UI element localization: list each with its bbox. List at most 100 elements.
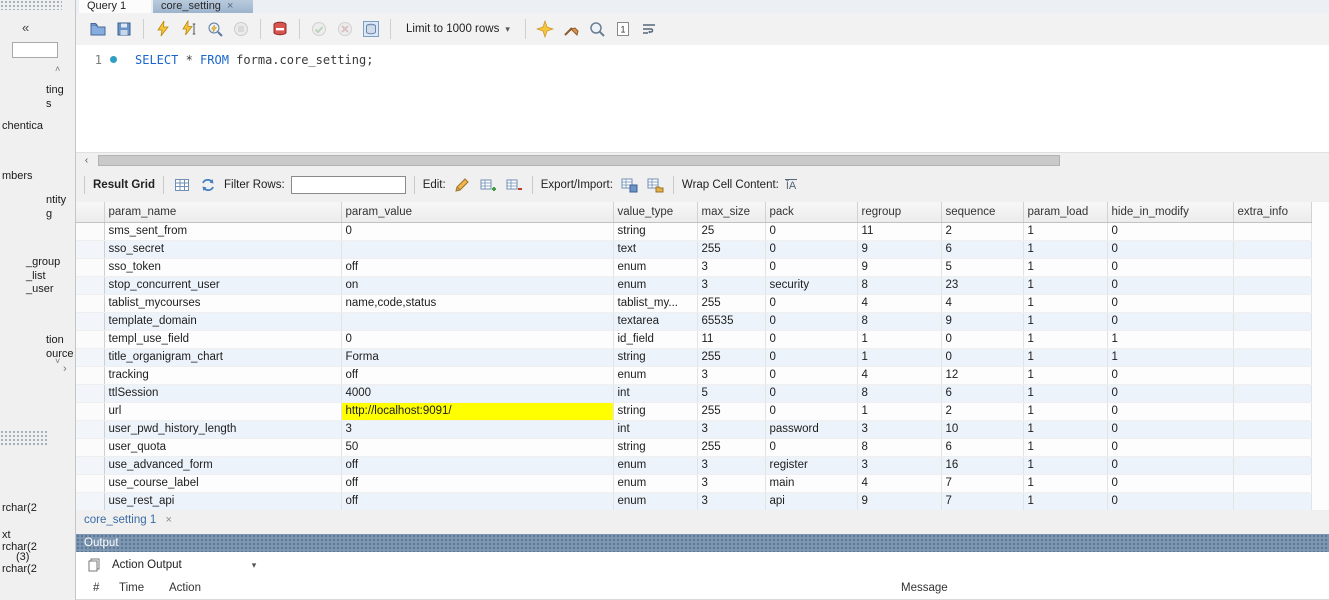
- cell-extra_info[interactable]: [1233, 330, 1311, 348]
- cell-hide_in_modify[interactable]: 0: [1107, 240, 1233, 258]
- cell-param_load[interactable]: 1: [1023, 492, 1107, 510]
- cell-regroup[interactable]: 8: [857, 438, 941, 456]
- cell-param_name[interactable]: use_rest_api: [104, 492, 341, 510]
- cell-regroup[interactable]: 9: [857, 492, 941, 510]
- cell-param_load[interactable]: 1: [1023, 420, 1107, 438]
- cell-regroup[interactable]: 8: [857, 384, 941, 402]
- sidebar-search-box[interactable]: [12, 42, 58, 58]
- cell-max_size[interactable]: 255: [697, 438, 765, 456]
- cell-param_name[interactable]: tracking: [104, 366, 341, 384]
- cell-extra_info[interactable]: [1233, 384, 1311, 402]
- cell-regroup[interactable]: 8: [857, 276, 941, 294]
- cell-param_value[interactable]: 0: [341, 222, 613, 240]
- cell-param_name[interactable]: use_course_label: [104, 474, 341, 492]
- cell-max_size[interactable]: 255: [697, 294, 765, 312]
- row-selector[interactable]: [76, 348, 104, 366]
- cell-sequence[interactable]: 12: [941, 366, 1023, 384]
- save-script-icon[interactable]: [114, 19, 134, 39]
- cell-regroup[interactable]: 8: [857, 312, 941, 330]
- cell-max_size[interactable]: 3: [697, 258, 765, 276]
- row-selector[interactable]: [76, 492, 104, 510]
- column-header-param_value[interactable]: param_value: [341, 202, 613, 222]
- cell-pack[interactable]: 0: [765, 240, 857, 258]
- cell-value_type[interactable]: enum: [613, 492, 697, 510]
- cell-value_type[interactable]: string: [613, 402, 697, 420]
- cell-hide_in_modify[interactable]: 0: [1107, 276, 1233, 294]
- cell-value_type[interactable]: text: [613, 240, 697, 258]
- column-header-param_name[interactable]: param_name: [104, 202, 341, 222]
- cell-value_type[interactable]: enum: [613, 258, 697, 276]
- row-selector[interactable]: [76, 222, 104, 240]
- grid-view-icon[interactable]: [172, 175, 192, 195]
- refresh-icon[interactable]: [198, 175, 218, 195]
- cell-param_value[interactable]: 3: [341, 420, 613, 438]
- row-selector[interactable]: [76, 384, 104, 402]
- cell-sequence[interactable]: 23: [941, 276, 1023, 294]
- row-selector[interactable]: [76, 258, 104, 276]
- scroll-down-icon[interactable]: ˅: [55, 356, 60, 366]
- cell-sequence[interactable]: 2: [941, 402, 1023, 420]
- cell-pack[interactable]: 0: [765, 402, 857, 420]
- cell-pack[interactable]: 0: [765, 348, 857, 366]
- cell-pack[interactable]: 0: [765, 438, 857, 456]
- cell-param_value[interactable]: [341, 240, 613, 258]
- execute-current-statement-icon[interactable]: [179, 19, 199, 39]
- row-selector[interactable]: [76, 438, 104, 456]
- cell-sequence[interactable]: 2: [941, 222, 1023, 240]
- cell-value_type[interactable]: tablist_my...: [613, 294, 697, 312]
- cell-value_type[interactable]: textarea: [613, 312, 697, 330]
- cell-param_name[interactable]: template_domain: [104, 312, 341, 330]
- cell-extra_info[interactable]: [1233, 456, 1311, 474]
- find-icon[interactable]: [587, 19, 607, 39]
- cell-extra_info[interactable]: [1233, 420, 1311, 438]
- cell-regroup[interactable]: 3: [857, 456, 941, 474]
- edit-pencil-icon[interactable]: [452, 175, 472, 195]
- cell-value_type[interactable]: string: [613, 348, 697, 366]
- cell-sequence[interactable]: 16: [941, 456, 1023, 474]
- cell-extra_info[interactable]: [1233, 240, 1311, 258]
- cell-extra_info[interactable]: [1233, 366, 1311, 384]
- row-selector[interactable]: [76, 420, 104, 438]
- cell-sequence[interactable]: 5: [941, 258, 1023, 276]
- cell-regroup[interactable]: 9: [857, 240, 941, 258]
- cell-regroup[interactable]: 1: [857, 348, 941, 366]
- tree-item-fragment[interactable]: s: [46, 98, 52, 110]
- cell-param_name[interactable]: title_organigram_chart: [104, 348, 341, 366]
- cell-param_load[interactable]: 1: [1023, 384, 1107, 402]
- cell-regroup[interactable]: 3: [857, 420, 941, 438]
- cell-param_value[interactable]: off: [341, 492, 613, 510]
- cell-regroup[interactable]: 1: [857, 330, 941, 348]
- cell-regroup[interactable]: 11: [857, 222, 941, 240]
- cell-extra_info[interactable]: [1233, 492, 1311, 510]
- cell-param_name[interactable]: user_quota: [104, 438, 341, 456]
- tree-item-fragment[interactable]: tion: [46, 334, 64, 346]
- tree-item-fragment[interactable]: ting: [46, 84, 64, 96]
- cell-pack[interactable]: security: [765, 276, 857, 294]
- close-icon[interactable]: ×: [165, 514, 171, 526]
- cell-value_type[interactable]: string: [613, 438, 697, 456]
- cell-param_value[interactable]: off: [341, 366, 613, 384]
- tree-item-fragment[interactable]: g: [46, 208, 52, 220]
- cell-sequence[interactable]: 7: [941, 492, 1023, 510]
- cell-param_load[interactable]: 1: [1023, 438, 1107, 456]
- cell-max_size[interactable]: 5: [697, 384, 765, 402]
- cell-value_type[interactable]: enum: [613, 366, 697, 384]
- cell-max_size[interactable]: 3: [697, 456, 765, 474]
- cell-value_type[interactable]: int: [613, 420, 697, 438]
- tab-query-1[interactable]: Query 1: [79, 0, 151, 13]
- commit-icon[interactable]: [309, 19, 329, 39]
- column-header-value_type[interactable]: value_type: [613, 202, 697, 222]
- cell-sequence[interactable]: 6: [941, 384, 1023, 402]
- cell-param_value[interactable]: 4000: [341, 384, 613, 402]
- cell-hide_in_modify[interactable]: 0: [1107, 474, 1233, 492]
- column-header-pack[interactable]: pack: [765, 202, 857, 222]
- cell-param_name[interactable]: sso_secret: [104, 240, 341, 258]
- cell-extra_info[interactable]: [1233, 276, 1311, 294]
- cell-param_value[interactable]: off: [341, 456, 613, 474]
- clean-broom-icon[interactable]: [561, 19, 581, 39]
- cell-sequence[interactable]: 6: [941, 438, 1023, 456]
- row-selector[interactable]: [76, 456, 104, 474]
- collapse-sidebar-icon[interactable]: «: [22, 20, 29, 35]
- cell-extra_info[interactable]: [1233, 258, 1311, 276]
- cell-max_size[interactable]: 3: [697, 474, 765, 492]
